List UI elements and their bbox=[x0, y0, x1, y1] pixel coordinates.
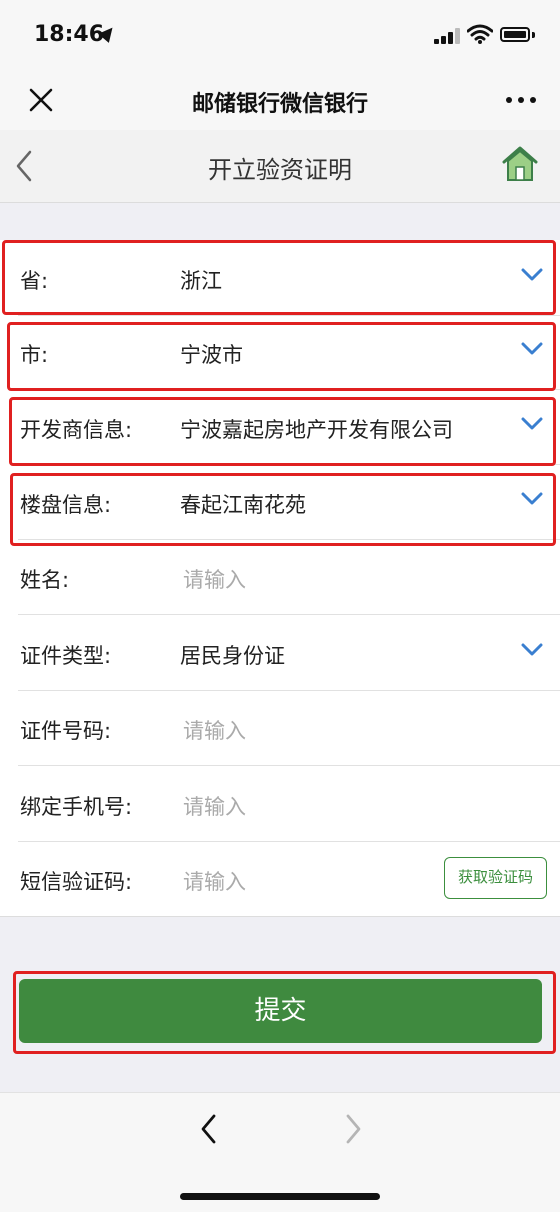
property-label: 楼盘信息: bbox=[20, 493, 112, 517]
submit-button[interactable]: 提交 bbox=[19, 979, 542, 1043]
get-code-button[interactable]: 获取验证码 bbox=[444, 857, 547, 899]
home-icon[interactable] bbox=[500, 144, 540, 184]
id-number-input[interactable]: 请输入 bbox=[183, 715, 246, 745]
province-value: 浙江 bbox=[180, 269, 222, 293]
id-type-value: 居民身份证 bbox=[180, 644, 285, 668]
status-time: 18:46 bbox=[34, 22, 105, 47]
more-options-icon[interactable] bbox=[506, 97, 536, 105]
chevron-down-icon[interactable] bbox=[521, 492, 543, 506]
sms-code-input[interactable]: 请输入 bbox=[183, 866, 246, 896]
name-row: 姓名: 请输入 bbox=[0, 539, 560, 615]
battery-tip bbox=[532, 32, 535, 38]
home-indicator[interactable] bbox=[180, 1193, 380, 1200]
account-form: 省: 浙江 市: 宁波市 开发商信息: 宁波嘉起房地产开发有限公司 楼盘信息: … bbox=[0, 240, 560, 917]
battery-icon bbox=[500, 27, 530, 42]
chevron-down-icon[interactable] bbox=[521, 417, 543, 431]
status-bar: 18:46 bbox=[0, 0, 560, 70]
phone-input[interactable]: 请输入 bbox=[183, 791, 246, 821]
property-value: 春起江南花苑 bbox=[180, 493, 306, 517]
city-value: 宁波市 bbox=[180, 343, 243, 367]
developer-label: 开发商信息: bbox=[20, 418, 133, 442]
sms-code-row: 短信验证码: 请输入 获取验证码 bbox=[0, 841, 560, 917]
wifi-icon bbox=[467, 24, 493, 44]
developer-row[interactable]: 开发商信息: 宁波嘉起房地产开发有限公司 bbox=[0, 389, 560, 465]
chevron-down-icon[interactable] bbox=[521, 643, 543, 657]
city-label: 市: bbox=[20, 343, 49, 367]
wechat-title: 邮储银行微信银行 bbox=[191, 92, 368, 117]
developer-value: 宁波嘉起房地产开发有限公司 bbox=[180, 418, 453, 442]
sms-code-label: 短信验证码: bbox=[20, 870, 133, 894]
phone-row: 绑定手机号: 请输入 bbox=[0, 766, 560, 842]
phone-label: 绑定手机号: bbox=[20, 795, 133, 819]
id-number-label: 证件号码: bbox=[20, 719, 112, 743]
wechat-nav-bar: 邮储银行微信银行 bbox=[0, 70, 560, 130]
province-row[interactable]: 省: 浙江 bbox=[0, 240, 560, 316]
page-title: 开立验资证明 bbox=[208, 156, 352, 184]
property-row[interactable]: 楼盘信息: 春起江南花苑 bbox=[0, 464, 560, 540]
chevron-down-icon[interactable] bbox=[521, 268, 543, 282]
browser-forward-icon[interactable] bbox=[340, 1113, 366, 1145]
city-row[interactable]: 市: 宁波市 bbox=[0, 314, 560, 390]
id-type-label: 证件类型: bbox=[20, 644, 112, 668]
cellular-signal-icon bbox=[434, 28, 460, 44]
name-input[interactable]: 请输入 bbox=[183, 564, 246, 594]
browser-bottom-bar bbox=[0, 1092, 560, 1212]
page-header: 开立验资证明 bbox=[0, 130, 560, 203]
id-number-row: 证件号码: 请输入 bbox=[0, 690, 560, 766]
id-type-row[interactable]: 证件类型: 居民身份证 bbox=[0, 615, 560, 691]
province-label: 省: bbox=[20, 269, 49, 293]
chevron-down-icon[interactable] bbox=[521, 342, 543, 356]
browser-back-icon[interactable] bbox=[196, 1113, 222, 1145]
name-label: 姓名: bbox=[20, 568, 70, 592]
